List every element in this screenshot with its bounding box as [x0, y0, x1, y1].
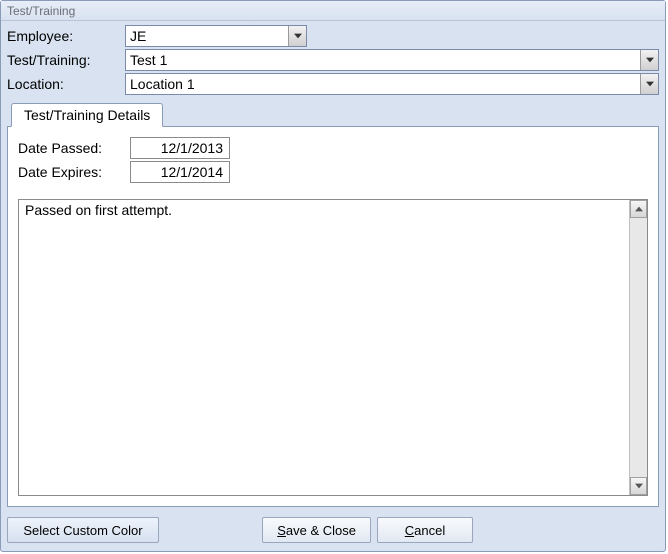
date-passed-row: Date Passed: 12/1/2013 — [18, 137, 648, 159]
scrollbar[interactable] — [629, 200, 647, 495]
testtraining-value: Test 1 — [126, 52, 640, 68]
employee-combo[interactable]: JE — [125, 25, 307, 47]
location-label: Location: — [7, 76, 125, 92]
employee-label: Employee: — [7, 28, 125, 44]
window-frame: Test/Training Employee: JE Test/Training… — [0, 0, 666, 552]
location-value: Location 1 — [126, 76, 640, 92]
location-combo[interactable]: Location 1 — [125, 73, 659, 95]
date-passed-label: Date Passed: — [18, 140, 130, 156]
cancel-mnemonic: C — [405, 523, 414, 538]
header-form: Employee: JE Test/Training: Test 1 Locat… — [1, 21, 665, 103]
date-passed-input[interactable]: 12/1/2013 — [130, 137, 230, 159]
testtraining-label: Test/Training: — [7, 52, 125, 68]
testtraining-row: Test/Training: Test 1 — [7, 49, 659, 71]
select-custom-color-button[interactable]: Select Custom Color — [7, 517, 159, 543]
testtraining-combo[interactable]: Test 1 — [125, 49, 659, 71]
save-close-button[interactable]: Save & Close — [262, 517, 371, 543]
tab-content: Date Passed: 12/1/2013 Date Expires: 12/… — [7, 126, 659, 507]
tabs-area: Test/Training Details Date Passed: 12/1/… — [7, 103, 659, 507]
notes-input[interactable]: Passed on first attempt. — [19, 200, 629, 495]
save-rest: ave & Close — [286, 523, 356, 538]
date-expires-label: Date Expires: — [18, 164, 130, 180]
cancel-rest: ancel — [414, 523, 445, 538]
date-expires-input[interactable]: 12/1/2014 — [130, 161, 230, 183]
window-title: Test/Training — [1, 1, 665, 21]
scroll-down-icon[interactable] — [630, 477, 647, 495]
dropdown-icon[interactable] — [288, 26, 306, 46]
cancel-button[interactable]: Cancel — [377, 517, 473, 543]
scroll-up-icon[interactable] — [630, 200, 647, 218]
tab-details[interactable]: Test/Training Details — [11, 103, 163, 127]
footer: Select Custom Color Save & Close Cancel — [1, 511, 665, 551]
employee-row: Employee: JE — [7, 25, 659, 47]
dropdown-icon[interactable] — [640, 50, 658, 70]
location-row: Location: Location 1 — [7, 73, 659, 95]
dropdown-icon[interactable] — [640, 74, 658, 94]
date-expires-row: Date Expires: 12/1/2014 — [18, 161, 648, 183]
employee-value: JE — [126, 28, 288, 44]
save-mnemonic: S — [277, 523, 286, 538]
notes-area: Passed on first attempt. — [18, 199, 648, 496]
tab-strip: Test/Training Details — [7, 103, 659, 127]
